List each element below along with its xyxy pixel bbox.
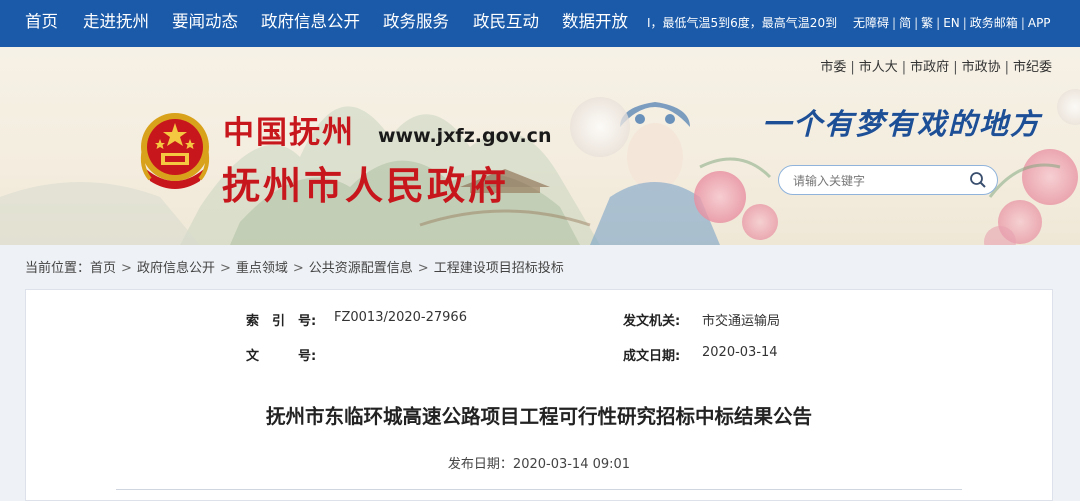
top-nav-bar: 首页 走进抚州 要闻动态 政府信息公开 政务服务 政民互动 数据开放 Ⅰ，最低气…	[0, 0, 1080, 47]
index-number-value: FZ0013/2020-27966	[334, 310, 467, 325]
breadcrumb-public-resources[interactable]: 公共资源配置信息	[309, 261, 413, 276]
separator: |	[962, 16, 967, 30]
header-banner: 市委 | 市人大 | 市政府 | 市政协 | 市纪委 中国抚州 www.jxfz.gov.cn …	[0, 47, 1080, 245]
separator: |	[1004, 60, 1009, 75]
separator: |	[953, 60, 958, 75]
nav-item-home[interactable]: 首页	[25, 0, 58, 47]
breadcrumb-separator: >	[292, 261, 304, 276]
search-box	[778, 165, 998, 195]
english-link[interactable]: EN	[943, 16, 960, 30]
brand-calligraphy: 中国抚州	[223, 115, 355, 151]
separator: |	[892, 16, 897, 30]
national-emblem-icon[interactable]	[136, 109, 214, 193]
accessibility-link[interactable]: 无障碍	[853, 16, 889, 30]
city-slogan: 一个有梦有戏的地方	[762, 107, 1042, 141]
traditional-chinese-link[interactable]: 繁	[921, 16, 933, 30]
site-title[interactable]: 抚州市人民政府	[222, 155, 509, 210]
breadcrumb: 当前位置：首页 > 政府信息公开 > 重点领域 > 公共资源配置信息 > 工程建设项目招标投标	[25, 257, 564, 276]
publish-date-value: 2020-03-14 09:01	[512, 457, 631, 472]
document-number-label: 文 号:	[246, 349, 317, 364]
link-discipline-commission[interactable]: 市纪委	[1013, 60, 1052, 75]
breadcrumb-separator: >	[417, 261, 429, 276]
link-peoples-congress[interactable]: 市人大	[859, 60, 898, 75]
search-icon[interactable]	[969, 171, 987, 189]
separator: |	[936, 16, 941, 30]
separator: |	[850, 60, 855, 75]
nav-item-open-data[interactable]: 数据开放	[562, 0, 628, 47]
weather-ticker: Ⅰ，最低气温5到6度，最高气温20到	[647, 16, 838, 30]
site-domain: www.jxfz.gov.cn	[378, 125, 552, 147]
breadcrumb-separator: >	[121, 261, 132, 276]
app-link[interactable]: APP	[1028, 16, 1051, 30]
breadcrumb-bidding[interactable]: 工程建设项目招标投标	[434, 261, 564, 276]
separator: |	[1020, 16, 1025, 30]
issuer-value: 市交通运输局	[702, 314, 781, 329]
article-title: 抚州市东临环城高速公路项目工程可行性研究招标中标结果公告	[265, 405, 812, 428]
nav-item-interaction[interactable]: 政民互动	[473, 0, 539, 47]
issuer-label: 发文机关:	[623, 314, 681, 329]
separator: |	[914, 16, 919, 30]
simplified-chinese-link[interactable]: 简	[899, 16, 911, 30]
divider	[116, 489, 962, 490]
nav-item-about-fuzhou[interactable]: 走进抚州	[83, 0, 149, 47]
nav-item-news[interactable]: 要闻动态	[172, 0, 238, 47]
nav-item-services[interactable]: 政务服务	[383, 0, 449, 47]
search-input[interactable]	[791, 170, 965, 192]
breadcrumb-gov-info[interactable]: 政府信息公开	[137, 261, 215, 276]
breadcrumb-key-areas[interactable]: 重点领域	[236, 261, 288, 276]
breadcrumb-prefix: 当前位置：	[25, 261, 91, 276]
breadcrumb-home[interactable]: 首页	[90, 261, 116, 276]
link-cppcc[interactable]: 市政协	[962, 60, 1001, 75]
link-party-committee[interactable]: 市委	[820, 60, 846, 75]
written-date-label: 成文日期:	[623, 349, 681, 364]
index-number-label: 索 引 号:	[246, 314, 317, 329]
nav-item-gov-info[interactable]: 政府信息公开	[261, 0, 360, 47]
written-date-value: 2020-03-14	[702, 345, 778, 360]
utility-links: 无障碍 | 简 | 繁 | EN | 政务邮箱 | APP	[853, 0, 1051, 47]
link-municipal-government[interactable]: 市政府	[910, 60, 949, 75]
separator: |	[901, 60, 907, 75]
breadcrumb-separator: >	[219, 261, 231, 276]
gov-mail-link[interactable]: 政务邮箱	[970, 16, 1018, 30]
publish-date-label: 发布日期：	[447, 457, 513, 472]
top-right-links: 市委 | 市人大 | 市政府 | 市政协 | 市纪委	[820, 56, 1052, 75]
publish-date: 发布日期：2020-03-14 09:01	[26, 453, 1052, 472]
article-panel: 索 引 号: FZ0013/2020-27966 发文机关: 市交通运输局 文 …	[25, 289, 1053, 501]
